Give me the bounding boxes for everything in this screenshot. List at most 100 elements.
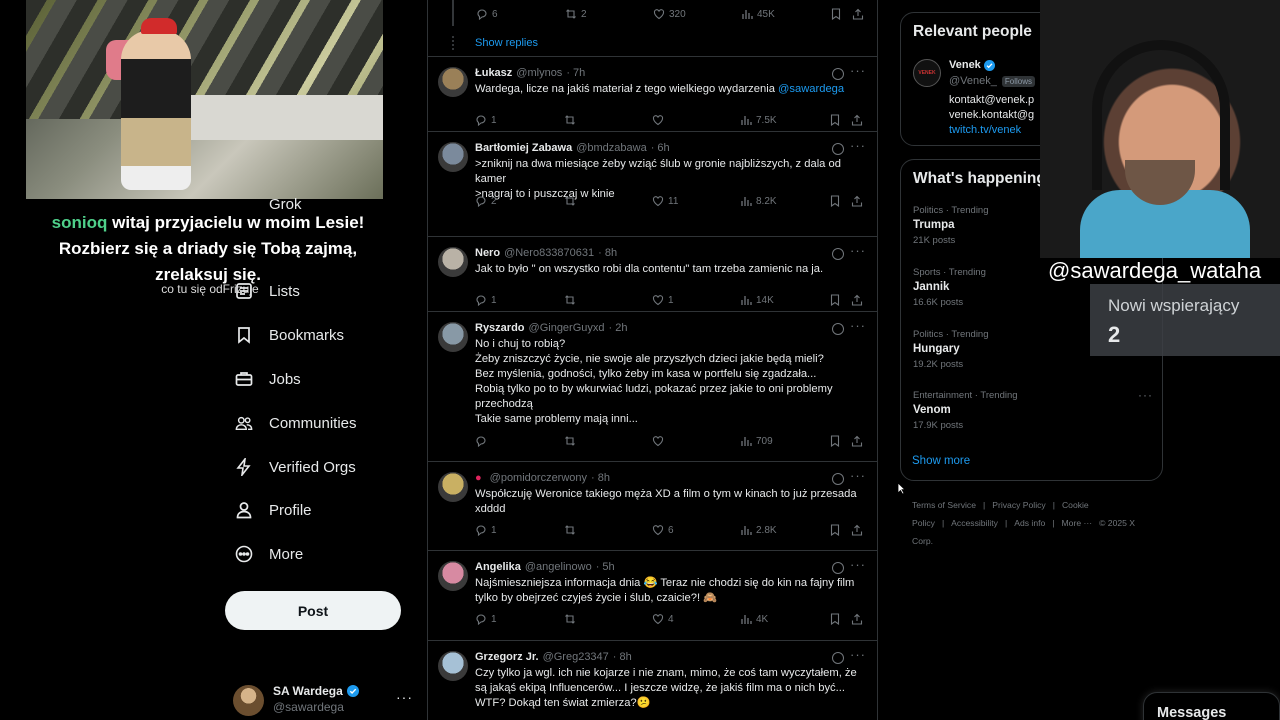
sidebar-item-communities[interactable]: Communities (235, 408, 357, 438)
like-button[interactable] (652, 435, 668, 447)
avatar[interactable] (438, 561, 468, 591)
footer-link[interactable]: Ads info (1014, 518, 1045, 528)
repost-button[interactable] (564, 435, 580, 447)
footer-link[interactable]: Terms of Service (912, 500, 976, 510)
reply-button[interactable]: 1 (475, 613, 497, 625)
author-name[interactable]: Bartłomiej Zabawa (475, 142, 572, 154)
sidebar-item-jobs[interactable]: Jobs (235, 364, 301, 394)
author-handle[interactable]: @mlynos (516, 67, 562, 79)
like-button[interactable] (652, 114, 668, 126)
author-handle[interactable]: @Greg23347 (543, 651, 609, 663)
author-name[interactable]: Nero (475, 247, 500, 259)
tweet[interactable]: Bartłomiej Zabawa @bmdzabawa · 6h ··· >znikn… (427, 132, 877, 237)
repost-button[interactable] (564, 613, 580, 625)
person-name-row[interactable]: Venek (949, 59, 995, 71)
trend-more-icon[interactable]: ··· (1138, 388, 1153, 402)
author-handle[interactable]: @pomidorczerwony (490, 472, 587, 484)
tweet-more-icon[interactable]: ··· (850, 243, 866, 258)
bookmark-button[interactable] (829, 613, 841, 625)
share-button[interactable] (851, 195, 863, 207)
avatar[interactable] (438, 322, 468, 352)
like-button[interactable]: 11 (652, 195, 678, 207)
author-handle[interactable]: @Nero833870631 (504, 247, 594, 259)
footer-link[interactable]: Accessibility (951, 518, 998, 528)
trend-item[interactable]: Entertainment · Trending Venom 17.9K pos… (913, 388, 1153, 431)
tweet-more-icon[interactable]: ··· (850, 557, 866, 572)
tweet[interactable]: Grzegorz Jr. @Greg23347 · 8h ··· Czy tylko j… (427, 641, 877, 720)
post-time[interactable]: · 6h (651, 142, 670, 154)
grok-icon[interactable] (832, 248, 844, 260)
show-more-link[interactable]: Show more (912, 455, 970, 467)
views-button[interactable]: 2.8K (740, 524, 777, 536)
mention-link[interactable]: @sawardega (778, 83, 844, 95)
avatar[interactable]: VENEK (913, 59, 941, 87)
sidebar-item-verified-orgs[interactable]: Verified Orgs (235, 452, 356, 482)
grok-icon[interactable] (832, 68, 844, 80)
post-time[interactable]: · 7h (566, 67, 585, 79)
avatar[interactable] (438, 67, 468, 97)
author-handle[interactable]: @GingerGuyxd (529, 322, 605, 334)
author-name[interactable]: Łukasz (475, 67, 512, 79)
post-time[interactable]: · 2h (609, 322, 628, 334)
reply-button[interactable]: 1 (475, 524, 497, 536)
avatar[interactable] (438, 142, 468, 172)
share-button[interactable] (851, 613, 863, 625)
repost-button[interactable] (564, 195, 580, 207)
tweet-more-icon[interactable]: ··· (850, 63, 866, 78)
repost-button[interactable] (564, 294, 580, 306)
views-button[interactable]: 709 (740, 435, 773, 447)
bio-link[interactable]: twitch.tv/venek (949, 124, 1021, 136)
tweet[interactable]: Łukasz @mlynos · 7h ··· Wardega, licze na ja… (427, 57, 877, 132)
avatar[interactable] (438, 247, 468, 277)
like-button[interactable]: 1 (652, 294, 674, 306)
sidebar-item-more[interactable]: More (235, 539, 303, 569)
tweet[interactable]: Ryszardo @GingerGuyxd · 2h ··· No i chuj to … (427, 312, 877, 462)
tweet-more-icon[interactable]: ··· (850, 318, 866, 333)
like-button[interactable]: 4 (652, 613, 674, 625)
sidebar-item-bookmarks[interactable]: Bookmarks (235, 320, 344, 350)
tweet-more-icon[interactable]: ··· (850, 468, 866, 483)
sidebar-item-profile[interactable]: Profile (235, 495, 312, 525)
post-time[interactable]: · 8h (591, 472, 610, 484)
share-button[interactable] (851, 114, 863, 126)
grok-icon[interactable] (832, 473, 844, 485)
views-button[interactable]: 7.5K (740, 114, 777, 126)
reply-button[interactable]: 1 (475, 114, 497, 126)
reply-button[interactable]: 2 (475, 195, 497, 207)
grok-icon[interactable] (832, 143, 844, 155)
author-name[interactable]: Grzegorz Jr. (475, 651, 539, 663)
author-name[interactable]: Angelika (475, 561, 521, 573)
footer-link[interactable]: More ··· (1062, 518, 1093, 528)
messages-drawer[interactable]: Messages (1143, 692, 1280, 720)
author-handle[interactable]: @angelinowo (525, 561, 592, 573)
reply-button[interactable]: 1 (475, 294, 497, 306)
author-name[interactable]: Ryszardo (475, 322, 525, 334)
post-time[interactable]: · 8h (613, 651, 632, 663)
post-time[interactable]: · 5h (596, 561, 615, 573)
views-button[interactable]: 8.2K (740, 195, 777, 207)
post-time[interactable]: · 8h (598, 247, 617, 259)
author-handle[interactable]: @bmdzabawa (576, 142, 646, 154)
views-button[interactable]: 4K (740, 613, 768, 625)
tweet[interactable]: ● @pomidorczerwony · 8h ··· Współczuję Weron… (427, 462, 877, 551)
bookmark-button[interactable] (829, 524, 841, 536)
grok-icon[interactable] (832, 652, 844, 664)
account-switcher[interactable]: SA Wardega @sawardega ··· (233, 683, 413, 717)
tweet[interactable]: Angelika @angelinowo · 5h ··· Najśmieszniejs… (427, 551, 877, 641)
sidebar-item-lists[interactable]: Lists (235, 276, 300, 306)
like-button[interactable]: 6 (652, 524, 674, 536)
share-button[interactable] (851, 524, 863, 536)
share-button[interactable] (851, 294, 863, 306)
account-more-icon[interactable]: ··· (396, 689, 413, 705)
bookmark-button[interactable] (829, 435, 841, 447)
tweet-more-icon[interactable]: ··· (850, 647, 866, 662)
grok-icon[interactable] (832, 323, 844, 335)
avatar[interactable] (438, 651, 468, 681)
avatar[interactable] (438, 472, 468, 502)
tweet-more-icon[interactable]: ··· (850, 138, 866, 153)
reply-button[interactable] (475, 435, 491, 447)
post-button[interactable]: Post (225, 591, 401, 630)
share-button[interactable] (851, 435, 863, 447)
views-button[interactable]: 14K (740, 294, 774, 306)
tweet[interactable]: Nero @Nero833870631 · 8h ··· Jak to było " o… (427, 237, 877, 312)
